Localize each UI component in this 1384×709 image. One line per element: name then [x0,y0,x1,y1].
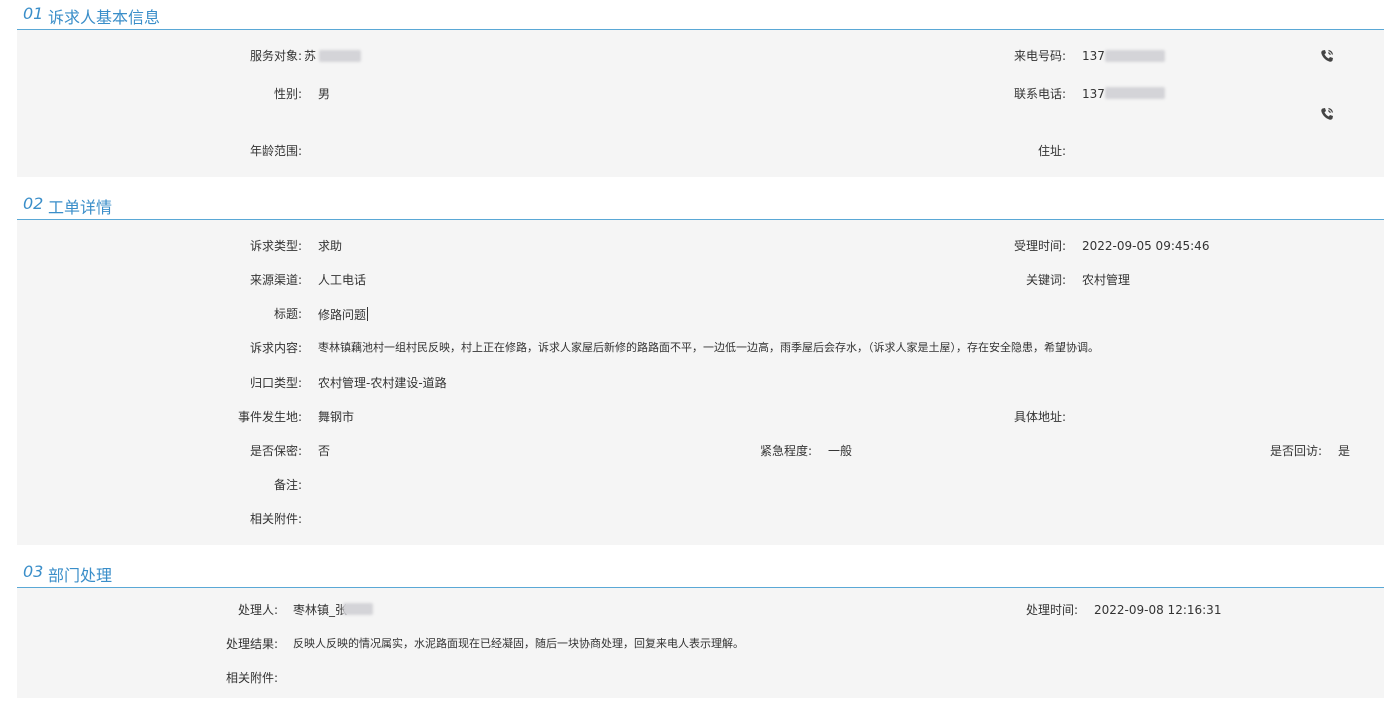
revisit-label: 是否回访: [1269,444,1322,458]
basic-info-panel: 服务对象: 苏 性别: 男 年龄范围: 来电号码: 137 联系电话: 137 … [17,30,1384,177]
section-number: 01 [23,4,44,23]
category-label: 归口类型: [249,376,302,390]
urgency-value: 一般 [828,444,853,458]
redacted-mask [319,50,361,62]
handler-value: 枣林镇_张 [293,603,348,617]
dept-handling-panel: 处理人: 枣林镇_张 处理时间: 2022-09-08 12:16:31 处理结… [17,588,1384,698]
remark-label: 备注: [273,478,302,492]
request-type-value: 求助 [318,239,343,253]
subject-value: 修路问题 [318,307,369,322]
age-range-label: 年龄范围: [249,144,302,158]
section-title: 部门处理 [48,566,113,585]
category-value: 农村管理-农村建设-道路 [318,376,447,390]
section-title: 诉求人基本信息 [48,8,161,27]
service-target-label: 服务对象: [249,49,302,63]
service-target-value: 苏 [304,49,317,63]
redacted-mask [1105,50,1165,62]
phone-call-icon[interactable] [1319,48,1335,64]
gender-value: 男 [318,87,331,101]
text-cursor [367,307,369,321]
location-value: 舞钢市 [318,410,355,424]
attachment-label: 相关附件: [249,512,302,526]
section-header-dept-handling: 03 部门处理 [17,558,1384,588]
location-label: 事件发生地: [237,410,302,424]
caller-phone-label: 来电号码: [1013,49,1066,63]
request-type-label: 诉求类型: [249,239,302,253]
confidential-value: 否 [318,444,331,458]
section-header-basic-info: 01 诉求人基本信息 [17,0,1384,30]
section-header-order-detail: 02 工单详情 [17,190,1384,220]
accept-time-value: 2022-09-05 09:45:46 [1082,239,1210,253]
gender-label: 性别: [273,87,302,101]
request-content-label: 诉求内容: [249,341,302,355]
result-value: 反映人反映的情况属实，水泥路面现在已经凝固，随后一块协商处理，回复来电人表示理解… [293,637,744,650]
handle-time-value: 2022-09-08 12:16:31 [1094,603,1222,617]
handler-label: 处理人: [237,603,278,617]
redacted-mask [343,603,373,615]
accept-time-label: 受理时间: [1013,239,1066,253]
section-number: 02 [23,194,44,213]
urgency-label: 紧急程度: [759,444,812,458]
contact-phone-label: 联系电话: [1013,87,1066,101]
confidential-label: 是否保密: [249,444,302,458]
contact-phone-value: 137 [1082,87,1105,101]
source-channel-value: 人工电话 [318,273,367,287]
caller-phone-value: 137 [1082,49,1105,63]
source-channel-label: 来源渠道: [249,273,302,287]
revisit-value: 是 [1338,444,1351,458]
handle-time-label: 处理时间: [1025,603,1078,617]
redacted-mask [1105,87,1165,99]
detail-address-label: 具体地址: [1013,410,1066,424]
result-label: 处理结果: [225,637,278,651]
section-number: 03 [23,562,44,581]
address-label: 住址: [1037,144,1066,158]
dept-attachment-label: 相关附件: [225,671,278,685]
keyword-value: 农村管理 [1082,273,1131,287]
order-detail-panel: 诉求类型: 求助 受理时间: 2022-09-05 09:45:46 来源渠道:… [17,220,1384,545]
subject-label: 标题: [273,307,302,321]
phone-call-icon[interactable] [1319,106,1335,122]
keyword-label: 关键词: [1025,273,1066,287]
request-content-value: 枣林镇藕池村一组村民反映，村上正在修路，诉求人家屋后新修的路路面不平，一边低一边… [318,341,1099,354]
section-title: 工单详情 [48,198,113,217]
